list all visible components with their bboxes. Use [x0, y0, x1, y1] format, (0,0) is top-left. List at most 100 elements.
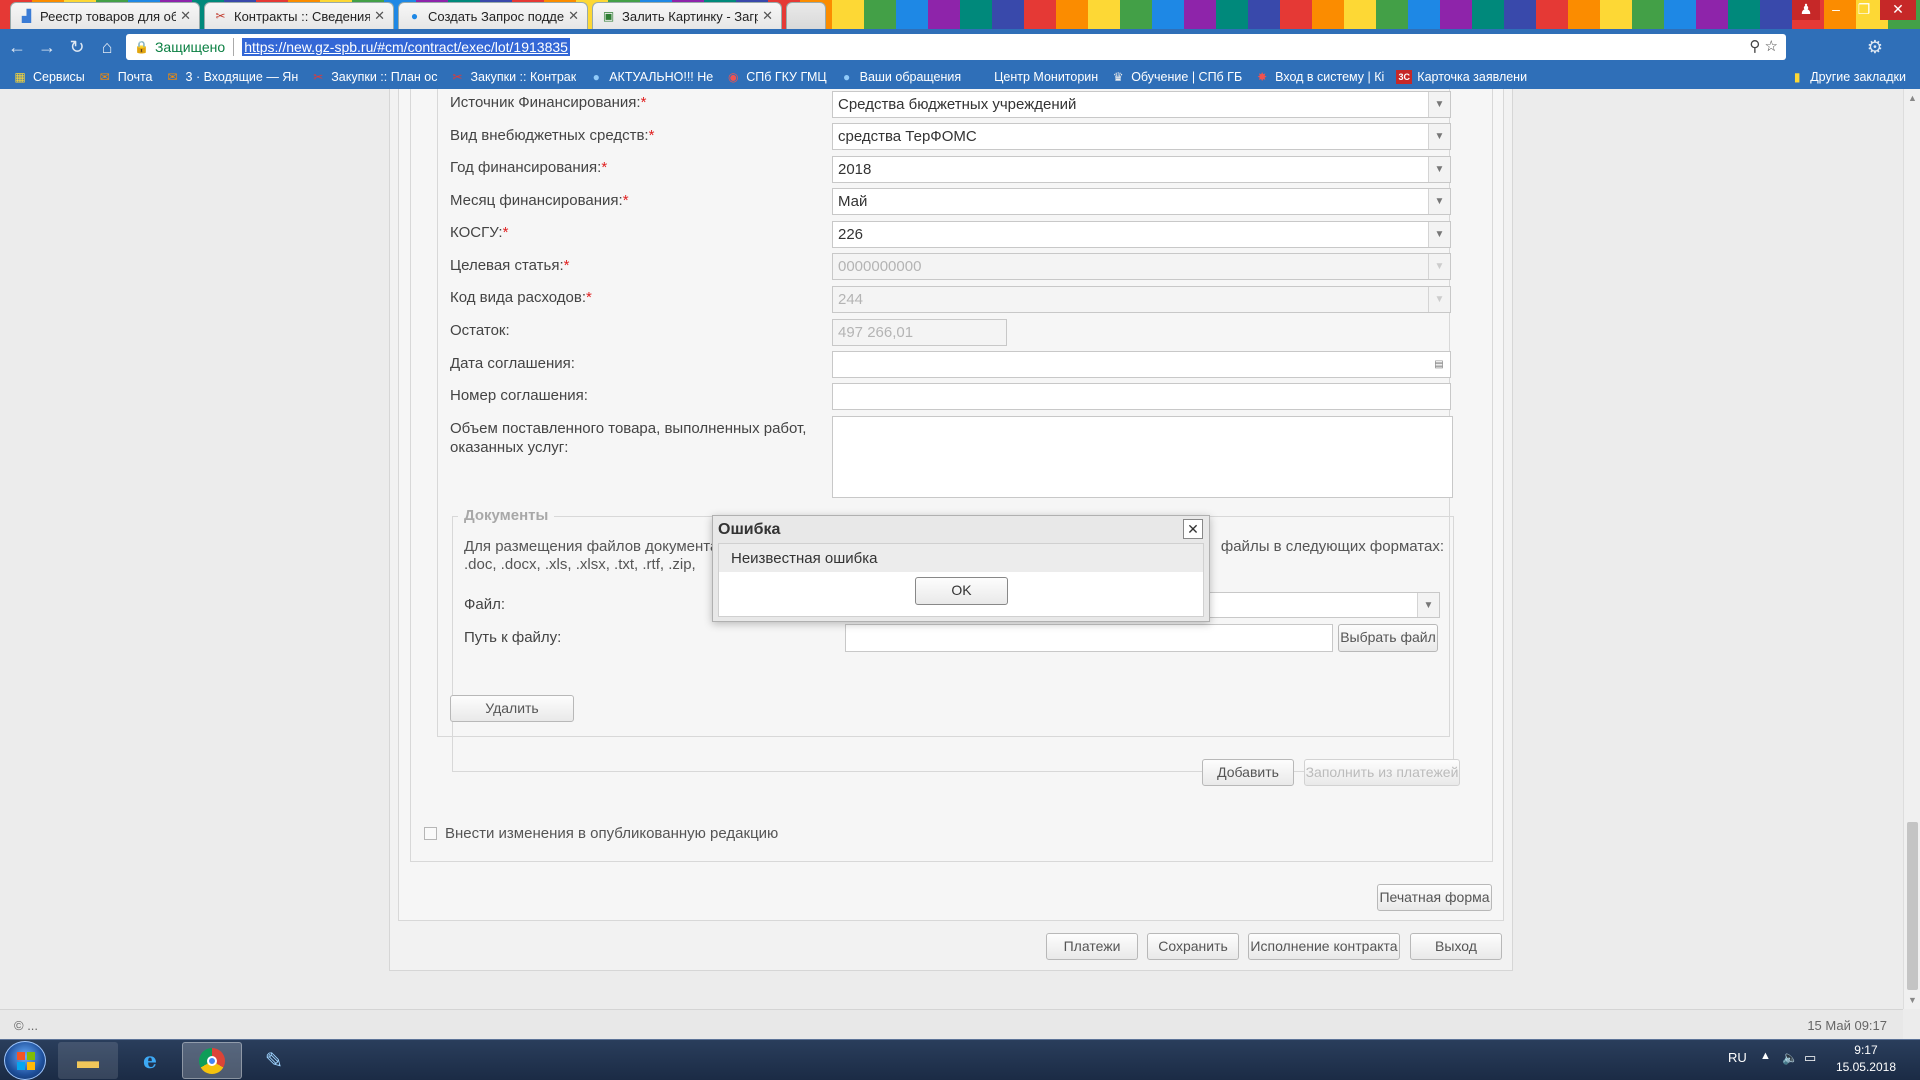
scrollbar-thumb[interactable]: [1907, 822, 1918, 990]
zoom-and-star-icons[interactable]: ⚲ ☆: [1749, 37, 1778, 55]
financing-month-select[interactable]: Май ▼: [832, 188, 1451, 215]
help-globe-icon: ●: [592, 70, 600, 84]
network-icon[interactable]: ▭: [1804, 1050, 1816, 1066]
emblem-icon: ◉: [727, 70, 739, 84]
mail-icon: ✉: [99, 70, 110, 84]
financing-year-select[interactable]: 2018 ▼: [832, 156, 1451, 183]
bookmark-inbox[interactable]: ✉ 3 · Входящие — Ян: [165, 70, 298, 84]
agreement-number-field[interactable]: [832, 383, 1451, 410]
internet-explorer-icon[interactable]: e: [120, 1042, 180, 1079]
folder-icon: ▮: [1793, 70, 1801, 84]
chevron-down-icon[interactable]: ▼: [1428, 222, 1450, 247]
apps-grid-icon: ▦: [14, 70, 26, 84]
exit-button[interactable]: Выход: [1410, 933, 1502, 960]
omnibox[interactable]: 🔒 Защищено https://new.gz-spb.ru/#cm/con…: [126, 34, 1786, 60]
tray-expand-icon[interactable]: ▲: [1760, 1050, 1771, 1062]
financing-year-label: Год финансирования:*: [450, 159, 608, 176]
target-article-label: Целевая статья:*: [450, 257, 570, 274]
kosgu-select[interactable]: 226 ▼: [832, 221, 1451, 248]
security-label: Защищено: [154, 39, 226, 55]
chevron-down-icon[interactable]: ▼: [1428, 92, 1450, 117]
chrome-icon[interactable]: [182, 1042, 242, 1079]
volume-icon[interactable]: 🔈: [1782, 1050, 1798, 1066]
close-icon[interactable]: ✕: [180, 8, 191, 24]
scroll-down-icon[interactable]: ▼: [1904, 993, 1920, 1007]
chevron-down-icon[interactable]: ▼: [1428, 124, 1450, 149]
bookmark-gmc[interactable]: ◉ СПб ГКУ ГМЦ: [725, 70, 827, 84]
contract-execution-button[interactable]: Исполнение контракта: [1248, 933, 1400, 960]
windows-logo-icon: [17, 1052, 35, 1070]
bookmark-apps[interactable]: ▦ Сервисы: [12, 70, 84, 84]
financing-month-label: Месяц финансирования:*: [450, 192, 629, 209]
browser-tab-1[interactable]: ▟ Реестр товаров для обе ✕: [10, 2, 200, 29]
bookmark-login[interactable]: ✸ Вход в систему | Кі: [1254, 70, 1384, 84]
paint-icon[interactable]: ✎: [244, 1042, 304, 1079]
home-icon[interactable]: ⌂: [94, 34, 120, 60]
file-explorer-icon[interactable]: ▬: [58, 1042, 118, 1079]
calendar-icon[interactable]: ▤: [1428, 352, 1450, 377]
bookmark-label: АКТУАЛЬНО!!! Не: [609, 70, 714, 84]
volume-textarea[interactable]: [832, 416, 1453, 498]
bookmark-application-card[interactable]: 3C Карточка заявлени: [1396, 70, 1527, 84]
bookmark-mail[interactable]: ✉ Почта: [97, 70, 153, 84]
browser-tab-3[interactable]: ● Создать Запрос подде ✕: [398, 2, 588, 29]
close-icon[interactable]: ✕: [762, 8, 773, 24]
delete-button[interactable]: Удалить: [450, 695, 574, 722]
dialog-body: Неизвестная ошибка OK: [718, 543, 1204, 617]
profile-icon[interactable]: ♟: [1792, 0, 1820, 20]
bookmark-training[interactable]: ♛ Обучение | СПб ГБ: [1110, 70, 1242, 84]
start-button[interactable]: [4, 1041, 46, 1080]
publish-changes-checkbox[interactable]: [424, 827, 437, 840]
window-close-icon[interactable]: ✕: [1880, 0, 1916, 20]
reload-icon[interactable]: ↻: [64, 34, 90, 60]
chevron-down-icon[interactable]: ▼: [1428, 157, 1450, 182]
payments-button[interactable]: Платежи: [1046, 933, 1138, 960]
bookmark-actual[interactable]: ● АКТУАЛЬНО!!! Не: [588, 70, 714, 84]
tools-icon: ✂: [313, 70, 324, 84]
forward-icon[interactable]: →: [34, 34, 60, 60]
extrabudget-type-select[interactable]: средства ТерФОМС ▼: [832, 123, 1451, 150]
language-indicator[interactable]: RU: [1728, 1050, 1747, 1065]
print-form-button[interactable]: Печатная форма: [1377, 884, 1492, 911]
save-button[interactable]: Сохранить: [1147, 933, 1239, 960]
scroll-up-icon[interactable]: ▲: [1904, 91, 1920, 105]
chevron-down-icon[interactable]: ▼: [1428, 189, 1450, 214]
bookmark-label: Центр Мониторин: [994, 70, 1099, 84]
browser-tab-4[interactable]: ▣ Залить Картинку - Загр ✕: [592, 2, 782, 29]
bookmark-label: Другие закладки: [1810, 70, 1906, 84]
bookmark-label: Обучение | СПб ГБ: [1131, 70, 1243, 84]
bookmark-monitoring[interactable]: Центр Мониторин: [973, 70, 1098, 84]
ok-button[interactable]: OK: [915, 577, 1008, 605]
lock-icon: 🔒: [134, 40, 149, 54]
choose-file-button[interactable]: Выбрать файл: [1338, 624, 1438, 652]
taskbar-clock[interactable]: 9:17 15.05.2018: [1836, 1042, 1896, 1076]
file-path-field[interactable]: [845, 624, 1333, 652]
close-icon[interactable]: ✕: [568, 8, 579, 24]
bookmark-requests[interactable]: ● Ваши обращения: [839, 70, 961, 84]
restore-icon[interactable]: ❐: [1850, 0, 1878, 20]
browser-tab-strip: ▟ Реестр товаров для обе ✕ ✂ Контракты :…: [0, 0, 1920, 29]
close-icon[interactable]: ✕: [1183, 519, 1203, 539]
tab-title: Залить Картинку - Загр: [622, 8, 759, 24]
extension-icon[interactable]: ⚙: [1862, 34, 1888, 60]
bookmark-purchase-contract[interactable]: ✂ Закупки :: Контрак: [450, 70, 576, 84]
browser-tab-2[interactable]: ✂ Контракты :: Сведения о ✕: [204, 2, 394, 29]
bookmark-purchase-plan[interactable]: ✂ Закупки :: План ос: [310, 70, 437, 84]
page-scrollbar[interactable]: ▲ ▼: [1903, 89, 1920, 1009]
file-type-select[interactable]: ▼: [1180, 592, 1440, 618]
url-text[interactable]: https://new.gz-spb.ru/#cm/contract/exec/…: [242, 38, 570, 56]
agreement-date-field[interactable]: ▤: [832, 351, 1451, 378]
financing-source-select[interactable]: Средства бюджетных учреждений ▼: [832, 91, 1451, 118]
help-globe-icon: ●: [842, 70, 851, 84]
minimize-icon[interactable]: –: [1822, 0, 1850, 20]
kosgu-label: КОСГУ:*: [450, 224, 509, 241]
back-icon[interactable]: ←: [4, 34, 30, 60]
close-icon[interactable]: ✕: [374, 8, 385, 24]
address-toolbar: ← → ↻ ⌂ 🔒 Защищено https://new.gz-spb.ru…: [0, 29, 1920, 65]
crown-icon: ♛: [1112, 70, 1124, 84]
agreement-number-label: Номер соглашения:: [450, 387, 588, 404]
new-tab-button[interactable]: [786, 2, 826, 29]
chevron-down-icon[interactable]: ▼: [1417, 593, 1439, 617]
add-button[interactable]: Добавить: [1202, 759, 1294, 786]
bookmark-other-folder[interactable]: ▮ Другие закладки: [1789, 70, 1906, 84]
